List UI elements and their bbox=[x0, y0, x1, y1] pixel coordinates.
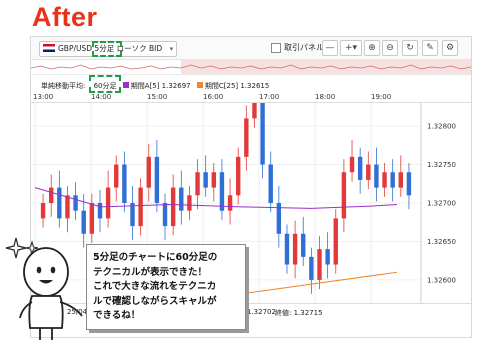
candle-body bbox=[130, 203, 135, 227]
candle-body bbox=[244, 118, 249, 157]
candle-body bbox=[301, 233, 306, 257]
time-axis: 13:00 14:00 15:00 16:00 17:00 18:00 19:0… bbox=[31, 92, 471, 103]
ma-a-label: 期間A[5] 1.32697 bbox=[130, 82, 191, 90]
zoom-out-icon[interactable]: ⊖ bbox=[382, 40, 398, 56]
candle-body bbox=[390, 172, 395, 188]
refresh-icon[interactable]: ↻ bbox=[402, 40, 418, 56]
trade-panel-checkbox[interactable] bbox=[271, 43, 281, 53]
ma-a-swatch bbox=[122, 82, 129, 88]
candle-body bbox=[398, 172, 404, 188]
candle-body bbox=[203, 172, 208, 188]
candle-body bbox=[292, 233, 298, 265]
after-title: After bbox=[32, 2, 98, 32]
price-tick: 1.32600 bbox=[427, 276, 456, 284]
line-icon[interactable]: — bbox=[322, 40, 338, 56]
time-tick: 14:00 bbox=[91, 93, 112, 101]
time-tick: 19:00 bbox=[371, 93, 392, 101]
ma-c-label: 期間C[25] 1.32615 bbox=[204, 82, 270, 90]
candle-body bbox=[162, 203, 168, 227]
price-tick: 1.32800 bbox=[427, 123, 456, 131]
candle-body bbox=[48, 187, 54, 203]
candle-body bbox=[122, 164, 127, 203]
time-tick: 16:00 bbox=[203, 93, 224, 101]
candle-body bbox=[268, 164, 273, 203]
candle-body bbox=[187, 195, 192, 211]
candle-body bbox=[105, 187, 111, 219]
crosshair-icon[interactable]: +▾ bbox=[340, 40, 362, 56]
candle-body bbox=[357, 156, 363, 180]
candle-body bbox=[97, 203, 103, 219]
footer-close: 終値: 1.32715 bbox=[275, 309, 323, 317]
candle-body bbox=[349, 156, 355, 173]
candle-body bbox=[114, 164, 119, 188]
candle-body bbox=[309, 256, 314, 280]
candle-body bbox=[260, 103, 265, 165]
time-tick: 13:00 bbox=[33, 93, 54, 101]
zoom-in-icon[interactable]: ⊕ bbox=[364, 40, 380, 56]
candle-body bbox=[170, 187, 176, 227]
candle-body bbox=[317, 249, 322, 280]
candle-body bbox=[284, 233, 290, 265]
candle-body bbox=[179, 187, 184, 211]
ma-c-swatch bbox=[196, 82, 203, 88]
time-tick: 17:00 bbox=[259, 93, 280, 101]
mascot-character bbox=[5, 237, 83, 340]
candle-body bbox=[81, 210, 86, 234]
candle-body bbox=[57, 187, 62, 219]
candle-body bbox=[138, 187, 143, 227]
candle-body bbox=[65, 195, 70, 219]
candle-body bbox=[325, 249, 330, 265]
candle-body bbox=[211, 172, 217, 188]
candle-body bbox=[235, 156, 241, 196]
candle-body bbox=[333, 218, 338, 265]
candle-body bbox=[374, 164, 379, 188]
price-tick: 1.32750 bbox=[427, 161, 456, 169]
candle-body bbox=[252, 103, 257, 119]
footer-value: 1.32702 bbox=[247, 308, 276, 316]
candle-body bbox=[406, 172, 412, 196]
pencil-icon[interactable]: ✎ bbox=[422, 40, 438, 56]
trade-panel-label: 取引パネル bbox=[284, 43, 324, 52]
time-tick: 15:00 bbox=[147, 93, 168, 101]
time-tick: 18:00 bbox=[315, 93, 336, 101]
speech-bubble: 5分足のチャートに60分足の テクニカルが表示できた！ これで大きな流れをテクニ… bbox=[86, 244, 246, 330]
chevron-down-icon: ▾ bbox=[169, 45, 174, 53]
settings-icon[interactable]: ⚙ bbox=[442, 40, 458, 56]
ma-c-line bbox=[230, 271, 398, 296]
candle-body bbox=[195, 172, 200, 196]
candle-body bbox=[154, 156, 160, 203]
candle-body bbox=[341, 172, 347, 219]
price-tick: 1.32700 bbox=[427, 200, 456, 208]
indicator-label: 単純移動平均: bbox=[41, 82, 86, 90]
gb-flag-icon bbox=[43, 44, 55, 52]
candle-body bbox=[73, 195, 78, 211]
highlight-box-symbol bbox=[92, 41, 122, 57]
candle-body bbox=[366, 164, 371, 180]
candle-body bbox=[382, 172, 387, 188]
indicator-legend: 単純移動平均: 60分足 期間A[5] 1.32697 期間C[25] 1.32… bbox=[41, 81, 269, 91]
highlight-box-timeframe bbox=[89, 75, 121, 93]
candle-body bbox=[227, 195, 233, 211]
navigator-strip[interactable] bbox=[31, 60, 471, 75]
price-tick: 1.32650 bbox=[427, 238, 456, 246]
candle-body bbox=[146, 156, 151, 188]
candle-body bbox=[89, 203, 95, 234]
candle-body bbox=[219, 172, 225, 211]
candle-body bbox=[40, 203, 46, 219]
